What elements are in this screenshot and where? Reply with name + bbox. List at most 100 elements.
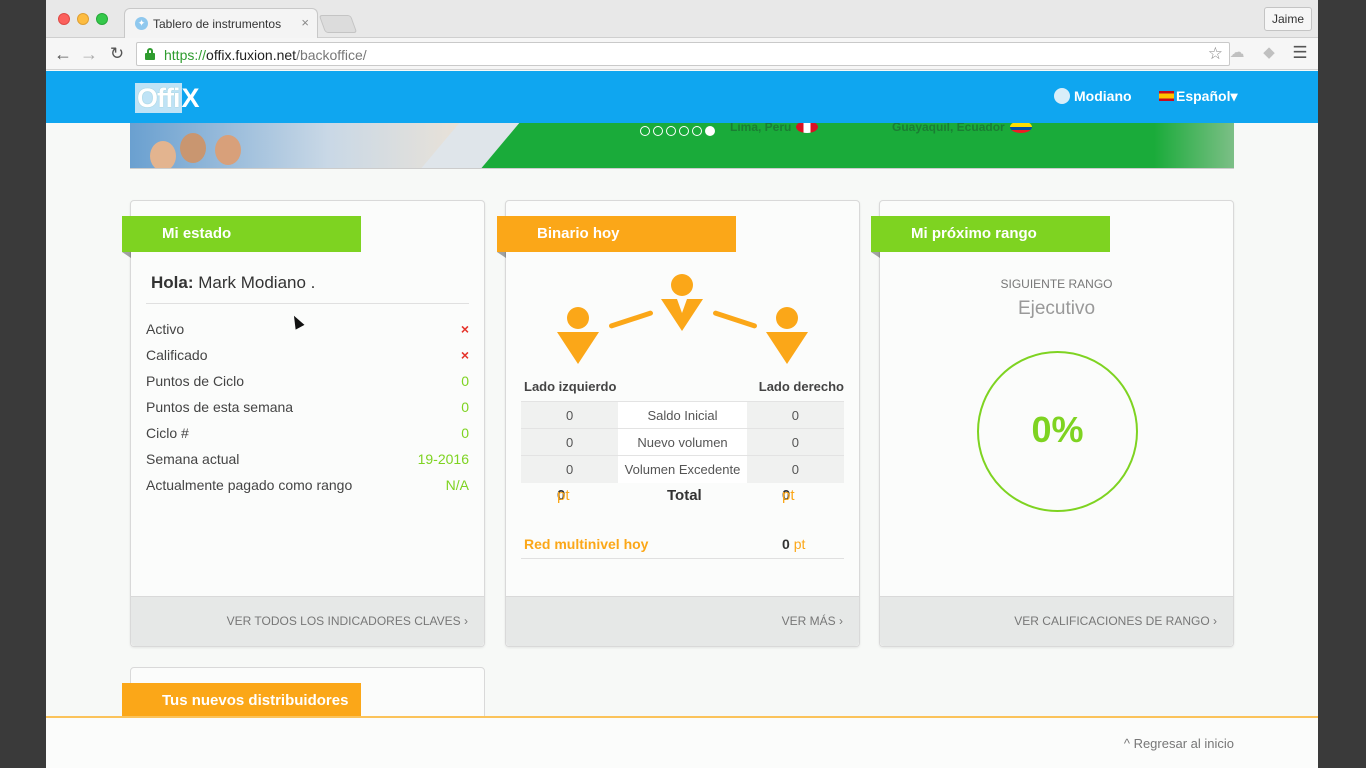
table-row: 0 Saldo Inicial 0	[521, 401, 844, 429]
view-more-link[interactable]: VER MÁS ›	[782, 614, 843, 628]
stat-label: Activo	[146, 321, 185, 337]
close-window-button[interactable]	[58, 13, 70, 25]
stat-row-puntos-semana: Puntos de esta semana 0	[146, 399, 469, 425]
network-value: 0 pt	[782, 536, 805, 552]
next-rank-label: SIGUIENTE RANGO	[1000, 277, 1113, 291]
promo-banner[interactable]: Lima, Peru Guayaquil, Ecuador	[130, 123, 1234, 169]
tab-close-icon[interactable]: ×	[301, 15, 309, 30]
cross-icon: ×	[460, 347, 469, 363]
language-label: Español	[1176, 88, 1231, 104]
right-connector	[712, 310, 758, 329]
city2-label: Guayaquil, Ecuador	[892, 123, 1005, 134]
view-all-indicators-link[interactable]: VER TODOS LOS INDICADORES CLAVES ›	[227, 614, 468, 628]
left-connector	[608, 310, 654, 329]
network-value-number: 0	[782, 536, 790, 552]
profile-button[interactable]: Jaime	[1263, 7, 1312, 31]
stat-label: Puntos de esta semana	[146, 399, 294, 415]
slide-dot[interactable]	[653, 126, 663, 136]
browser-toolbar: ← → ↻ https://offix.fuxion.net/backoffic…	[46, 38, 1318, 70]
new-distributors-title: Tus nuevos distribuidores	[122, 683, 361, 725]
greeting-label: Hola:	[151, 273, 194, 292]
url-path: /backoffice/	[296, 47, 367, 63]
tab-title: Tablero de instrumentos	[153, 17, 282, 31]
status-list: Activo × Calificado × Puntos de Ciclo 0 Pun…	[146, 321, 469, 503]
stat-row-calificado: Calificado ×	[146, 347, 469, 373]
divider	[146, 303, 469, 304]
user-icon	[1054, 88, 1070, 104]
slide-dot[interactable]	[679, 126, 689, 136]
reload-icon[interactable]: ↻	[106, 43, 128, 65]
rank-card-footer: VER CALIFICACIONES DE RANGO ›	[880, 596, 1233, 646]
stat-label: Actualmente pagado como rango	[146, 477, 353, 493]
back-to-top-label: Regresar al inicio	[1133, 736, 1234, 751]
stat-value: 0	[461, 425, 469, 441]
extension-dropbox-icon[interactable]: ◆	[1260, 44, 1278, 62]
left-value: 0	[521, 428, 619, 456]
star-icon[interactable]: ☆	[1208, 44, 1223, 64]
right-value: 0	[746, 428, 844, 456]
banner-city-2: Guayaquil, Ecuador	[892, 123, 1032, 134]
favicon-icon: ✦	[135, 17, 148, 30]
cross-icon: ×	[460, 321, 469, 337]
back-icon[interactable]: ←	[52, 43, 74, 65]
total-label: Total	[667, 487, 702, 504]
address-bar[interactable]: https://offix.fuxion.net/backoffice/ ☆	[136, 42, 1230, 66]
row-label: Saldo Inicial	[618, 401, 747, 429]
slide-dot[interactable]	[692, 126, 702, 136]
stat-value: 19-2016	[417, 451, 469, 467]
binary-table: 0 Saldo Inicial 0 0 Nuevo volumen 0 0 Vo…	[521, 401, 844, 483]
stat-value: 0	[461, 399, 469, 415]
status-card: Mi estado Hola: Mark Modiano . Activo × C…	[122, 200, 485, 647]
stat-row-ciclo: Ciclo # 0	[146, 425, 469, 451]
slide-dot[interactable]	[666, 126, 676, 136]
chevron-down-icon: ▾	[1230, 88, 1238, 104]
greeting: Hola: Mark Modiano .	[151, 273, 315, 293]
binary-tree-illustration	[506, 271, 859, 371]
status-card-title: Mi estado	[122, 216, 361, 258]
view-rank-qualifications-link[interactable]: VER CALIFICACIONES DE RANGO ›	[1014, 614, 1217, 628]
banner-gradient	[1154, 123, 1234, 168]
minimize-window-button[interactable]	[77, 13, 89, 25]
new-tab-button[interactable]	[318, 15, 358, 33]
pt-unit: pt	[793, 536, 806, 552]
left-side-label: Lado izquierdo	[524, 379, 617, 394]
url-scheme: https://	[164, 47, 207, 63]
menu-icon[interactable]: ☰	[1291, 44, 1309, 62]
browser-window: ✦ Tablero de instrumentos × Jaime ← → ↻ …	[46, 0, 1318, 768]
stat-row-activo: Activo ×	[146, 321, 469, 347]
user-menu[interactable]: Modiano	[1054, 88, 1132, 104]
stat-label: Calificado	[146, 347, 208, 363]
extension-cloud-icon[interactable]: ☁	[1228, 44, 1246, 62]
right-side-label: Lado derecho	[758, 379, 844, 394]
language-selector[interactable]: Español▾	[1159, 88, 1238, 105]
slide-dot[interactable]	[640, 126, 650, 136]
right-value: 0	[746, 401, 844, 429]
network-label[interactable]: Red multinivel hoy	[524, 536, 648, 552]
binary-card-title: Binario hoy	[497, 216, 736, 258]
stat-label: Semana actual	[146, 451, 240, 467]
stat-label: Ciclo #	[146, 425, 189, 441]
pt-unit: pt	[557, 487, 570, 504]
browser-tab[interactable]: ✦ Tablero de instrumentos ×	[124, 8, 318, 38]
banner-photo	[130, 123, 460, 168]
maximize-window-button[interactable]	[96, 13, 108, 25]
tab-bar: ✦ Tablero de instrumentos × Jaime	[46, 0, 1318, 38]
stat-value: 0	[461, 373, 469, 389]
progress-ring: 0%	[977, 351, 1138, 512]
stat-row-puntos-ciclo: Puntos de Ciclo 0	[146, 373, 469, 399]
binary-card-footer: VER MÁS ›	[506, 596, 859, 646]
logo[interactable]: OffiX	[135, 83, 200, 114]
site-header: OffiX Modiano Español▾	[46, 71, 1318, 123]
ecuador-flag-icon	[1009, 123, 1032, 133]
greeting-name: Mark Modiano .	[198, 273, 316, 292]
slide-dot-active[interactable]	[705, 126, 715, 136]
left-value: 0	[521, 455, 619, 483]
stat-value: N/A	[445, 477, 469, 493]
table-row: 0 Nuevo volumen 0	[521, 428, 844, 456]
back-to-top-link[interactable]: ^ Regresar al inicio	[1124, 736, 1234, 751]
progress-percent: 0%	[1031, 409, 1084, 450]
spain-flag-icon	[1159, 91, 1174, 101]
forward-icon[interactable]: →	[78, 43, 100, 65]
left-value: 0	[521, 401, 619, 429]
stat-row-rango: Actualmente pagado como rango N/A	[146, 477, 469, 503]
